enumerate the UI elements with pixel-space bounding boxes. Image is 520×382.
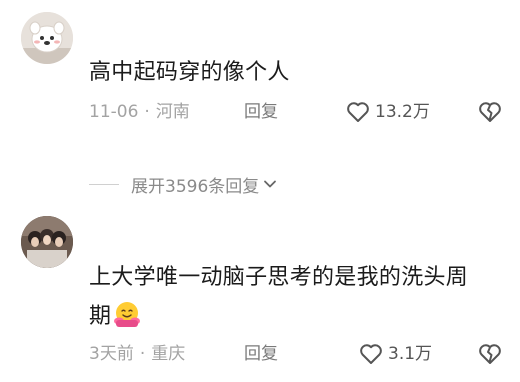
dislike-button[interactable] <box>478 100 502 128</box>
like-button[interactable]: 3.1万 <box>358 342 432 366</box>
meta-separator: · <box>139 344 146 364</box>
comment-meta: 3天前 · 重庆 <box>89 342 185 366</box>
like-button[interactable]: 13.2万 <box>345 100 430 124</box>
broken-heart-icon <box>479 344 501 364</box>
reply-button[interactable]: 回复 <box>244 342 278 366</box>
avatar[interactable] <box>21 216 73 268</box>
broken-heart-icon <box>479 102 501 122</box>
chevron-down-icon <box>264 180 277 188</box>
comment-text: 上大学唯一动脑子思考的是我的洗头周期 <box>89 258 489 336</box>
dislike-button[interactable] <box>478 342 502 370</box>
comment-date: 3天前 <box>89 344 134 364</box>
comment-meta: 11-06 · 河南 <box>89 100 190 124</box>
comment-text-content: 上大学唯一动脑子思考的是我的洗头周期 <box>89 265 469 329</box>
comment-location: 重庆 <box>151 344 186 364</box>
comment-text: 高中起码穿的像个人 <box>89 60 290 85</box>
expand-replies-button[interactable]: 展开3596条回复 <box>89 172 277 197</box>
comment-location: 河南 <box>155 102 190 122</box>
reply-button[interactable]: 回复 <box>244 100 278 124</box>
expand-replies-label: 展开3596条回复 <box>131 176 260 197</box>
meta-separator: · <box>144 102 150 122</box>
avatar-cartoon-icon <box>21 12 73 64</box>
like-count: 3.1万 <box>388 344 433 364</box>
divider-line <box>89 183 119 185</box>
avatar-photo-icon <box>21 216 73 268</box>
heart-icon <box>360 344 382 364</box>
avatar[interactable] <box>21 12 73 64</box>
hugging-face-emoji <box>114 302 141 327</box>
heart-icon <box>347 102 369 122</box>
like-count: 13.2万 <box>375 102 430 122</box>
comment-date: 11-06 <box>89 102 139 122</box>
